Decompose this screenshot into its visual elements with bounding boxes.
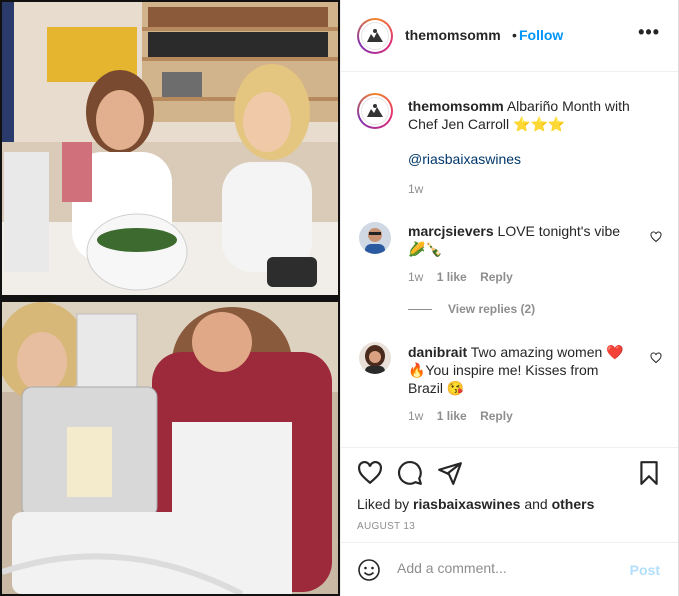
separator-dot: • xyxy=(512,27,517,43)
comment-username[interactable]: danibrait xyxy=(408,344,467,360)
caption-text-block: themomsomm Albariño Month with Chef Jen … xyxy=(408,97,648,133)
caption-timestamp[interactable]: 1w xyxy=(408,182,423,196)
comment-timestamp[interactable]: 1w xyxy=(408,270,423,284)
add-comment-input[interactable] xyxy=(397,560,617,576)
more-options-icon[interactable]: ••• xyxy=(638,22,660,43)
paper-plane-icon[interactable] xyxy=(437,460,463,486)
sommelier-logo-icon xyxy=(367,29,383,42)
comment-text-block: danibrait Two amazing women ❤️🔥You inspi… xyxy=(408,343,636,397)
comment-text-block: marcjsievers LOVE tonight's vibe 🌽🍾 xyxy=(408,222,636,258)
comments-list[interactable]: themomsomm Albariño Month with Chef Jen … xyxy=(341,73,678,447)
author-username[interactable]: themomsomm xyxy=(405,27,501,43)
liked-by-middle: and xyxy=(520,496,552,512)
add-comment-bar: Post xyxy=(341,542,678,596)
sommelier-logo-icon xyxy=(367,104,383,117)
caption-username[interactable]: themomsomm xyxy=(408,98,504,114)
post-media[interactable] xyxy=(0,0,340,596)
caption-mention-link[interactable]: @riasbaixaswines xyxy=(408,151,521,167)
comment-username[interactable]: marcjsievers xyxy=(408,223,494,239)
post-date[interactable]: AUGUST 13 xyxy=(357,521,415,532)
post-comment-button[interactable]: Post xyxy=(630,562,660,578)
author-avatar[interactable] xyxy=(357,18,393,54)
comment-meta: 1w 1 like Reply xyxy=(408,409,523,423)
comment-timestamp[interactable]: 1w xyxy=(408,409,423,423)
bookmark-icon[interactable] xyxy=(636,460,662,486)
liked-by-summary: Liked by riasbaixaswines and others xyxy=(357,496,594,512)
reply-button[interactable]: Reply xyxy=(480,409,513,423)
video-frame-top[interactable] xyxy=(2,2,338,295)
commenter-avatar[interactable] xyxy=(359,222,391,254)
video-frame-bottom[interactable] xyxy=(2,302,338,594)
commenter-avatar[interactable] xyxy=(359,342,391,374)
post-actions: Liked by riasbaixaswines and others AUGU… xyxy=(341,447,678,542)
reply-button[interactable]: Reply xyxy=(480,270,513,284)
like-comment-heart-icon[interactable] xyxy=(650,231,662,243)
smiley-icon[interactable] xyxy=(357,558,381,582)
liked-by-others[interactable]: others xyxy=(552,496,595,512)
liked-by-prefix: Liked by xyxy=(357,496,414,512)
like-comment-heart-icon[interactable] xyxy=(650,352,662,364)
caption-author-avatar[interactable] xyxy=(357,93,393,129)
heart-icon[interactable] xyxy=(357,460,383,486)
comment-likes[interactable]: 1 like xyxy=(437,270,467,284)
post-header: themomsomm • Follow ••• xyxy=(341,0,678,72)
replies-divider-line xyxy=(408,309,432,311)
post-details-panel: themomsomm • Follow ••• themomsomm Albar… xyxy=(340,0,679,596)
liked-by-user[interactable]: riasbaixaswines xyxy=(413,496,520,512)
view-replies-label: View replies (2) xyxy=(448,302,536,316)
comment-icon[interactable] xyxy=(397,460,423,486)
follow-button[interactable]: Follow xyxy=(519,27,563,43)
view-replies-button[interactable]: View replies (2) xyxy=(408,302,535,316)
instagram-post-view: themomsomm • Follow ••• themomsomm Albar… xyxy=(0,0,679,596)
comment-meta: 1w 1 like Reply xyxy=(408,270,523,284)
comment-likes[interactable]: 1 like xyxy=(437,409,467,423)
